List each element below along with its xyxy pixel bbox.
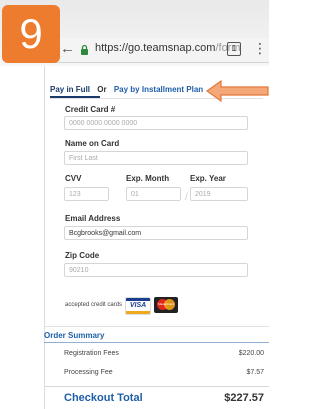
zip-input[interactable]: 90210 (64, 263, 248, 277)
cvv-input[interactable]: 123 (64, 187, 109, 201)
card-number-label: Credit Card # (65, 105, 116, 114)
step-number-badge: 9 (2, 5, 60, 63)
lock-icon (81, 44, 88, 55)
mastercard-logo: MasterCard (154, 297, 178, 313)
email-input[interactable]: Bcgbrooks@gmail.com (64, 226, 248, 240)
order-summary-title: Order Summary (44, 331, 105, 340)
checkout-total-value: $227.57 (224, 392, 264, 404)
tab-count-button[interactable]: 1 (227, 42, 241, 56)
exp-separator: / (185, 192, 188, 203)
summary-row-value: $220.00 (238, 350, 264, 357)
checkout-total-label: Checkout Total (64, 392, 143, 404)
exp-year-label: Exp. Year (190, 174, 226, 183)
tab-pay-in-full[interactable]: Pay in Full (50, 85, 90, 94)
pointer-arrow-icon (206, 80, 269, 102)
summary-row-label: Processing Fee (64, 369, 113, 376)
tab-installment-plan[interactable]: Pay by Installment Plan (114, 85, 203, 94)
exp-month-label: Exp. Month (126, 174, 170, 183)
visa-logo: VISA (125, 297, 151, 315)
cvv-label: CVV (65, 174, 82, 183)
accepted-cards-label: accepted credit cards (65, 302, 123, 308)
visa-logo-text: VISA (129, 302, 147, 309)
back-arrow-icon[interactable]: ← (60, 40, 75, 57)
summary-title-divider (44, 342, 269, 343)
mastercard-logo-text: MasterCard (158, 302, 174, 306)
summary-row-label: Registration Fees (64, 350, 119, 357)
menu-dots-icon[interactable]: ⋮ (253, 40, 267, 57)
url-host: https://go.teamsnap.com (95, 42, 216, 54)
email-label: Email Address (65, 214, 121, 223)
checkout-divider (44, 386, 269, 387)
tab-separator-or: Or (97, 85, 107, 94)
exp-year-input[interactable]: 2019 (190, 187, 248, 201)
name-on-card-input[interactable]: First Last (64, 151, 248, 165)
summary-top-divider (44, 326, 269, 327)
url-text[interactable]: https://go.teamsnap.com/form (95, 42, 241, 54)
payment-tabs: Pay in Full Or Pay by Installment Plan (50, 85, 208, 94)
zip-label: Zip Code (65, 251, 100, 260)
name-on-card-label: Name on Card (65, 139, 120, 148)
card-number-input[interactable]: 0000 0000 0000 0000 (64, 116, 248, 130)
screenshot-frame: 9 ← https://go.teamsnap.com/form 1 ⋮ Pay… (0, 0, 270, 409)
summary-row-value: $7.57 (246, 369, 264, 376)
exp-month-input[interactable]: 01 (126, 187, 181, 201)
